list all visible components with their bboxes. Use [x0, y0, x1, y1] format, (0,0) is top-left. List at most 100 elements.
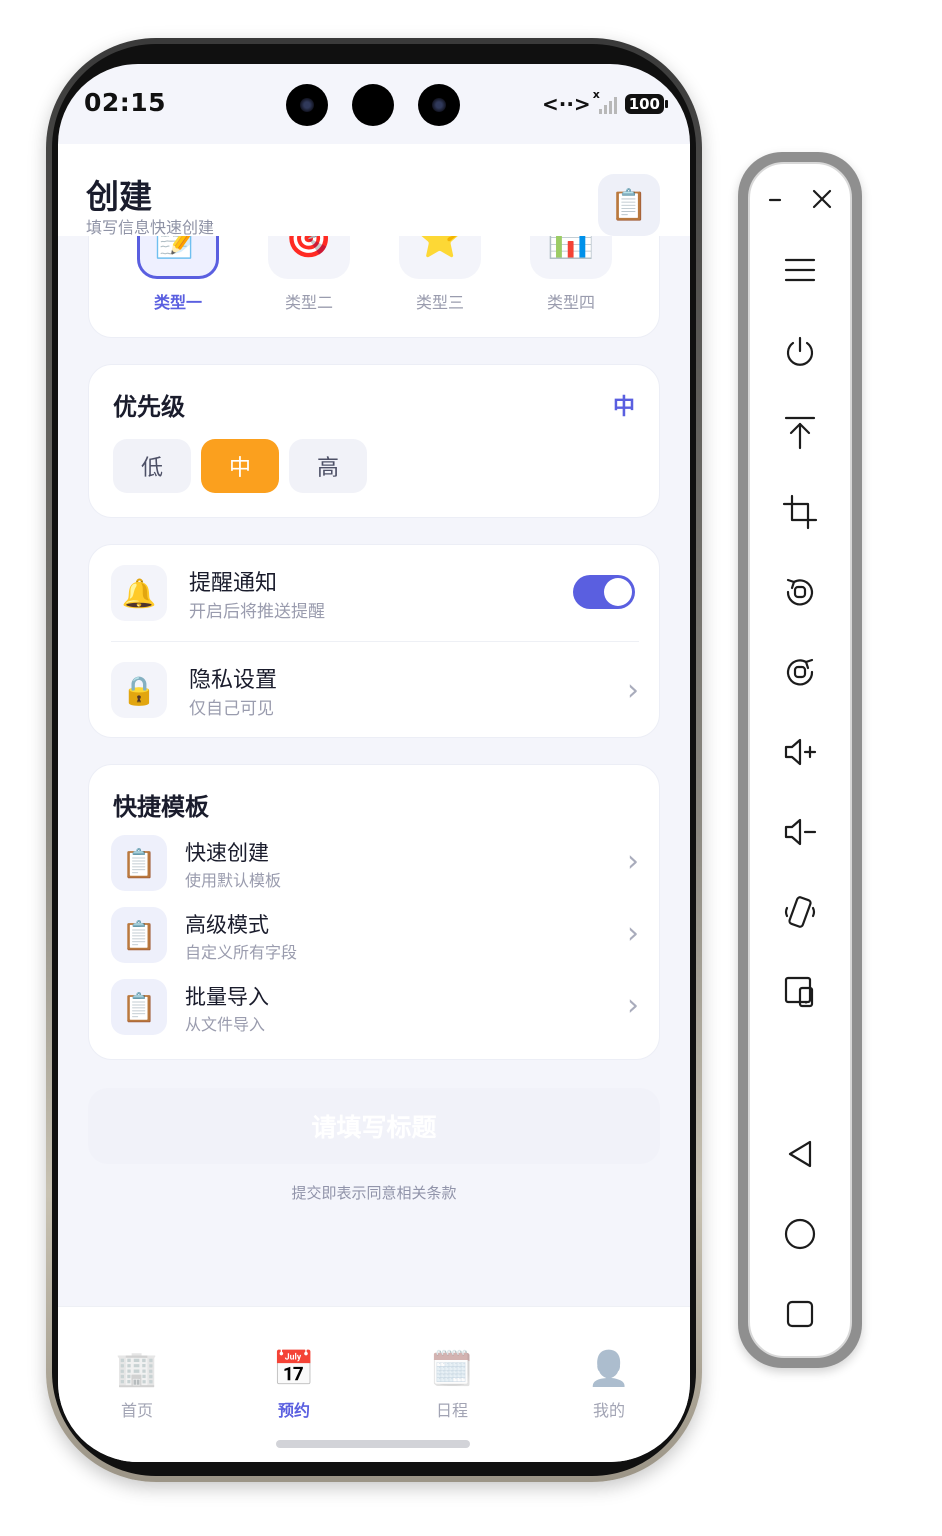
tab-label: 日程 [435, 1401, 468, 1420]
target-icon: 🎯 [268, 236, 350, 279]
menu-button[interactable] [770, 248, 830, 292]
templates-card: 快捷模板 📋 快速创建 使用默认模板 › 📋 高级模式 自定义所有字段 › 📋 … [88, 764, 660, 1060]
type-label: 类型四 [546, 293, 595, 312]
status-time: 02:15 [84, 88, 167, 117]
minimize-icon [768, 198, 782, 202]
building-icon: 🏢 [115, 1349, 159, 1389]
privacy-title: 隐私设置 [189, 668, 278, 693]
chevron-right-icon: › [627, 844, 639, 879]
template-subtitle: 从文件导入 [185, 1015, 266, 1034]
lock-icon: 🔒 [111, 662, 167, 718]
settings-card: 🔔 提醒通知 开启后将推送提醒 🔒 隐私设置 仅自己可见 › [88, 544, 660, 738]
back-button[interactable] [770, 1132, 830, 1176]
recents-icon [786, 1300, 814, 1328]
type-option-4[interactable]: 📊 类型四 [530, 236, 612, 313]
reminder-title: 提醒通知 [189, 571, 278, 596]
minimize-button[interactable] [754, 176, 798, 220]
tab-label: 首页 [120, 1401, 153, 1420]
tab-label: 预约 [277, 1401, 310, 1420]
type-label: 类型三 [415, 293, 464, 312]
network-icon: <··> [541, 92, 591, 116]
page-title: 创建 [86, 177, 152, 216]
priority-card: 优先级 中 低 中 高 [88, 364, 660, 518]
close-button[interactable] [800, 176, 844, 220]
template-advanced-mode[interactable]: 📋 高级模式 自定义所有字段 › [89, 907, 661, 977]
template-subtitle: 自定义所有字段 [185, 943, 298, 962]
menu-icon [784, 258, 816, 282]
template-title: 快速创建 [185, 841, 269, 865]
rotate-right-button[interactable] [770, 650, 830, 694]
home-indicator[interactable] [276, 1440, 470, 1448]
volume-up-icon [784, 738, 817, 766]
priority-low-button[interactable]: 低 [113, 439, 191, 493]
status-icons: <··> x 100 [541, 88, 669, 116]
close-icon [812, 189, 832, 209]
priority-high-button[interactable]: 高 [289, 439, 367, 493]
home-icon [784, 1218, 816, 1250]
clipboard-icon: 📋 [111, 835, 167, 891]
volume-down-icon [784, 818, 817, 846]
clipboard-icon: 📋 [111, 979, 167, 1035]
upload-button[interactable] [770, 410, 830, 454]
shake-button[interactable] [770, 890, 830, 934]
signal-icon: x [593, 88, 617, 114]
chevron-right-icon: › [627, 988, 639, 1023]
privacy-subtitle: 仅自己可见 [189, 699, 274, 719]
terms-text: 提交即表示同意相关条款 [291, 1184, 457, 1202]
volume-up-button[interactable] [770, 730, 830, 774]
template-title: 批量导入 [185, 985, 269, 1009]
tab-booking[interactable]: 📅 预约 [244, 1349, 344, 1421]
privacy-row[interactable]: 🔒 隐私设置 仅自己可见 › [89, 642, 661, 738]
crop-icon [782, 494, 818, 530]
priority-current-value: 中 [612, 395, 635, 420]
front-camera-icon [286, 84, 328, 126]
page-subtitle: 填写信息快速创建 [86, 218, 215, 237]
type-selector-card: 📝 类型一 🎯 类型二 ⭐ 类型三 📊 类型四 [88, 236, 660, 338]
template-quick-create[interactable]: 📋 快速创建 使用默认模板 › [89, 835, 661, 905]
rotate-left-button[interactable] [770, 570, 830, 614]
home-button[interactable] [770, 1212, 830, 1256]
clipboard-button[interactable]: 📋 [598, 174, 660, 236]
shake-icon [784, 896, 816, 928]
bar-chart-icon: 📊 [530, 236, 612, 279]
bottom-tab-bar: 🏢 首页 📅 预约 🗓️ 日程 👤 我的 [58, 1306, 690, 1462]
tab-profile[interactable]: 👤 我的 [559, 1349, 659, 1421]
tab-label: 我的 [592, 1401, 625, 1420]
spiral-calendar-icon: 🗓️ [430, 1349, 474, 1389]
reminder-toggle[interactable] [573, 575, 635, 609]
chevron-right-icon: › [627, 916, 639, 951]
calendar-icon: 📅 [272, 1349, 316, 1389]
type-option-1[interactable]: 📝 类型一 [137, 236, 219, 313]
template-subtitle: 使用默认模板 [185, 871, 282, 890]
type-label: 类型二 [284, 293, 333, 312]
template-batch-import[interactable]: 📋 批量导入 从文件导入 › [89, 979, 661, 1049]
crop-button[interactable] [770, 490, 830, 534]
priority-title: 优先级 [113, 393, 185, 421]
type-option-2[interactable]: 🎯 类型二 [268, 236, 350, 313]
template-title: 高级模式 [185, 913, 269, 937]
battery-icon: 100 [624, 94, 669, 114]
volume-down-button[interactable] [770, 810, 830, 854]
submit-button[interactable]: 请填写标题 [88, 1088, 660, 1164]
phone-screen: 02:15 <··> x 100 创建 填写信息快速创建 📋 📝 类型一 🎯 类… [58, 64, 690, 1462]
back-icon [788, 1140, 812, 1168]
tab-home[interactable]: 🏢 首页 [87, 1349, 187, 1421]
sensor-icon [352, 84, 394, 126]
rotate-right-icon [786, 658, 814, 686]
upload-icon [784, 416, 816, 450]
tab-schedule[interactable]: 🗓️ 日程 [402, 1349, 502, 1421]
recents-button[interactable] [770, 1292, 830, 1336]
clipboard-icon: 📋 [111, 907, 167, 963]
reminder-subtitle: 开启后将推送提醒 [189, 602, 325, 622]
type-option-3[interactable]: ⭐ 类型三 [399, 236, 481, 313]
star-icon: ⭐ [399, 236, 481, 279]
clipboard-icon: 📋 [610, 187, 648, 223]
power-button[interactable] [770, 330, 830, 374]
chevron-right-icon: › [627, 673, 639, 708]
form-content[interactable]: 📝 类型一 🎯 类型二 ⭐ 类型三 📊 类型四 优先级 中 低 中 高 🔔 提醒… [58, 236, 690, 1306]
user-icon: 👤 [587, 1349, 631, 1389]
reminder-row: 🔔 提醒通知 开启后将推送提醒 [89, 545, 661, 642]
multi-device-button[interactable] [770, 970, 830, 1014]
page-header: 创建 填写信息快速创建 📋 [58, 144, 690, 237]
priority-medium-button[interactable]: 中 [201, 439, 279, 493]
